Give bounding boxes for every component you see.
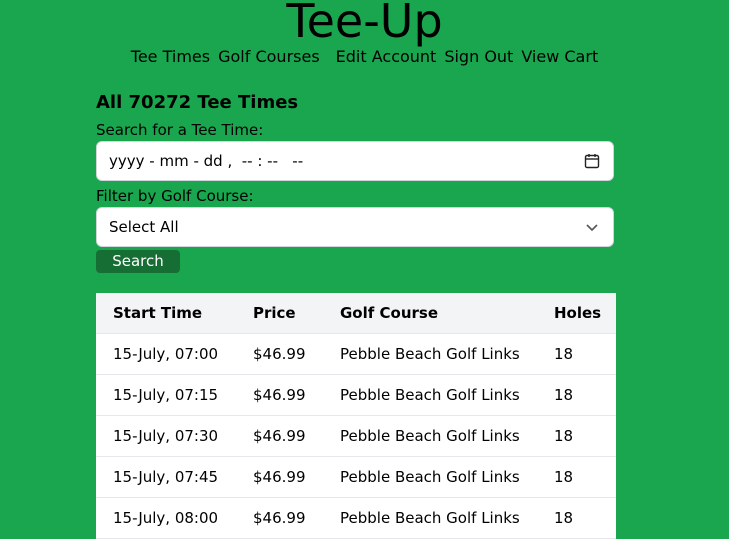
cell-holes: 18 <box>554 374 616 416</box>
filter-label: Filter by Golf Course: <box>96 187 254 205</box>
cell-start-time: 15-July, 07:30 <box>96 415 253 457</box>
cell-holes: 18 <box>554 415 616 457</box>
cell-golf-course: Pebble Beach Golf Links <box>340 333 554 375</box>
cell-price: $46.99 <box>253 456 340 498</box>
nav-tee-times[interactable]: Tee Times <box>131 47 210 67</box>
tee-times-table: Start Time Price Golf Course Holes 15-Ju… <box>96 293 616 539</box>
cell-golf-course: Pebble Beach Golf Links <box>340 497 554 539</box>
main-nav: Tee Times Golf Courses Edit Account Sign… <box>0 47 729 67</box>
calendar-icon[interactable] <box>583 152 601 170</box>
tee-time-datetime-input[interactable]: yyyy - mm - dd , -- : -- -- <box>96 141 614 181</box>
table-row[interactable]: 15-July, 07:00 $46.99 Pebble Beach Golf … <box>96 333 616 375</box>
nav-golf-courses[interactable]: Golf Courses <box>218 47 320 67</box>
search-label: Search for a Tee Time: <box>96 121 264 139</box>
table-row[interactable]: 15-July, 07:45 $46.99 Pebble Beach Golf … <box>96 456 616 498</box>
datetime-value: yyyy - mm - dd , -- : -- -- <box>109 152 304 170</box>
cell-price: $46.99 <box>253 333 340 375</box>
cell-start-time: 15-July, 07:45 <box>96 456 253 498</box>
select-value: Select All <box>109 218 179 236</box>
cell-price: $46.99 <box>253 374 340 416</box>
nav-view-cart[interactable]: View Cart <box>521 47 598 67</box>
chevron-down-icon <box>583 218 601 236</box>
cell-holes: 18 <box>554 456 616 498</box>
cell-start-time: 15-July, 07:15 <box>96 374 253 416</box>
cell-start-time: 15-July, 07:00 <box>96 333 253 375</box>
nav-sign-out[interactable]: Sign Out <box>444 47 513 67</box>
table-header-row: Start Time Price Golf Course Holes <box>96 293 616 334</box>
header-golf-course: Golf Course <box>340 293 554 334</box>
cell-golf-course: Pebble Beach Golf Links <box>340 374 554 416</box>
cell-price: $46.99 <box>253 415 340 457</box>
table-row[interactable]: 15-July, 08:00 $46.99 Pebble Beach Golf … <box>96 497 616 539</box>
cell-golf-course: Pebble Beach Golf Links <box>340 415 554 457</box>
search-button[interactable]: Search <box>96 250 180 273</box>
cell-price: $46.99 <box>253 497 340 539</box>
table-row[interactable]: 15-July, 07:30 $46.99 Pebble Beach Golf … <box>96 415 616 457</box>
site-title: Tee-Up <box>286 0 443 48</box>
golf-course-select[interactable]: Select All <box>96 207 614 247</box>
page-heading: All 70272 Tee Times <box>96 92 299 113</box>
table-row[interactable]: 15-July, 07:15 $46.99 Pebble Beach Golf … <box>96 374 616 416</box>
cell-holes: 18 <box>554 333 616 375</box>
cell-golf-course: Pebble Beach Golf Links <box>340 456 554 498</box>
cell-holes: 18 <box>554 497 616 539</box>
nav-edit-account[interactable]: Edit Account <box>336 47 437 67</box>
header-start-time: Start Time <box>96 293 253 334</box>
header-holes: Holes <box>554 293 616 334</box>
cell-start-time: 15-July, 08:00 <box>96 497 253 539</box>
header-price: Price <box>253 293 340 334</box>
